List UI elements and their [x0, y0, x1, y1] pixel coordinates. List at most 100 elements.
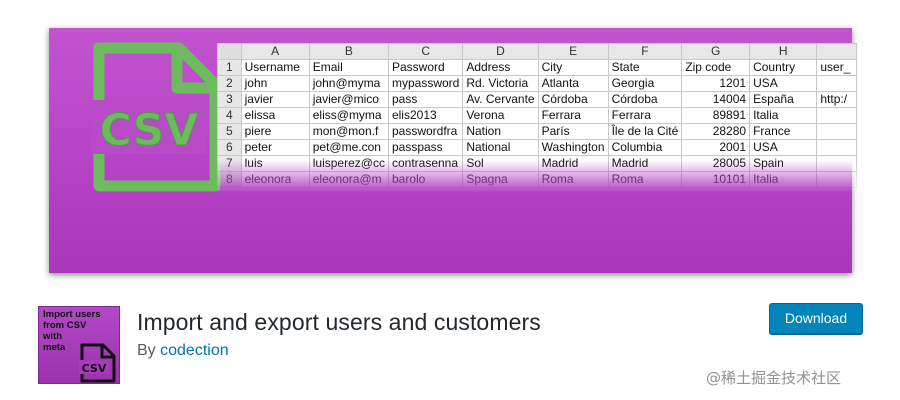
column-header	[816, 43, 857, 60]
table-cell: eleonora	[240, 171, 310, 188]
row-number: 3	[217, 91, 242, 108]
table-cell: elissa	[240, 107, 310, 124]
column-header: E	[537, 43, 609, 60]
column-header: A	[240, 43, 310, 60]
table-cell: pet@me.con	[308, 139, 389, 156]
spreadsheet-table: A B C D E F G H 1 Username Email Password Address Cit…	[217, 43, 857, 188]
table-cell: passwordfra	[387, 123, 464, 140]
svg-text:CSV: CSV	[82, 362, 107, 375]
table-cell: 28005	[681, 155, 751, 172]
csv-label: CSV	[100, 105, 199, 156]
table-cell	[816, 123, 857, 140]
table-row: 3 javier javier@mico pass Av. Cervante Córdob…	[217, 91, 857, 108]
column-header: C	[387, 43, 464, 60]
table-cell: Île de la Cité	[607, 123, 683, 140]
table-cell: Country	[749, 59, 818, 76]
table-cell: luisperez@cc	[308, 155, 389, 172]
table-cell: barolo	[387, 171, 464, 188]
table-cell: Madrid	[607, 155, 683, 172]
table-cell	[816, 75, 857, 92]
author-link[interactable]: codection	[160, 342, 229, 359]
plugin-title: Import and export users and customers	[137, 309, 541, 335]
table-cell: State	[607, 59, 683, 76]
table-cell: París	[537, 123, 609, 140]
by-prefix: By	[137, 342, 156, 359]
table-cell: 89891	[681, 107, 751, 124]
table-cell: 10101	[681, 171, 751, 188]
table-cell: Verona	[462, 107, 539, 124]
table-cell: 28280	[681, 123, 751, 140]
table-row: 7 luis luisperez@cc contrasenna Sol Madrid Mad…	[217, 155, 857, 172]
table-cell: mypassword	[387, 75, 464, 92]
table-cell: Atlanta	[537, 75, 609, 92]
table-row: 8 eleonora eleonora@m barolo Spagna Roma Roma 1…	[217, 171, 857, 188]
table-row: 5 piere mon@mon.f passwordfra Nation París Île…	[217, 123, 857, 140]
table-cell: Madrid	[537, 155, 609, 172]
spreadsheet-preview: A B C D E F G H 1 Username Email Password Address Cit…	[217, 43, 857, 193]
table-cell: Av. Cervante	[462, 91, 539, 108]
table-cell: Ferrara	[607, 107, 683, 124]
plugin-icon: Import users from CSV with meta CSV	[38, 306, 120, 384]
table-cell: Nation	[462, 123, 539, 140]
table-cell: 1201	[681, 75, 751, 92]
table-cell: Córdoba	[607, 91, 683, 108]
table-cell: Spain	[749, 155, 818, 172]
table-cell: piere	[240, 123, 310, 140]
table-cell: Ferrara	[537, 107, 609, 124]
table-cell: john	[240, 75, 310, 92]
table-cell: passpass	[387, 139, 464, 156]
plugin-banner: CSV A B C D E F G H 1 Username Email Password Addres…	[49, 28, 857, 273]
row-number: 4	[217, 107, 242, 124]
table-cell: Roma	[537, 171, 609, 188]
table-cell: javier	[240, 91, 310, 108]
column-header-row: ABCDEFGH	[217, 43, 857, 60]
table-cell: Italia	[749, 107, 818, 124]
table-cell: contrasenna	[387, 155, 464, 172]
table-cell: eliss@myma	[308, 107, 389, 124]
csv-file-icon: CSV	[79, 343, 116, 383]
table-row: 1 Username Email Password Address City State Zi…	[217, 59, 857, 76]
table-cell	[816, 139, 857, 156]
row-number: 5	[217, 123, 242, 140]
table-cell: Washington	[537, 139, 609, 156]
table-cell: Spagna	[462, 171, 539, 188]
table-cell: Email	[308, 59, 389, 76]
table-cell	[816, 171, 857, 188]
table-row: 4 elissa eliss@myma elis2013 Verona Ferrara Fe…	[217, 107, 857, 124]
table-cell: Rd. Victoria	[462, 75, 539, 92]
table-cell: elis2013	[387, 107, 464, 124]
table-row: 6 peter pet@me.con passpass National Washingt…	[217, 139, 857, 156]
table-cell: http:/	[816, 91, 857, 108]
sheet-corner	[217, 43, 242, 60]
table-cell	[816, 155, 857, 172]
column-header: H	[749, 43, 818, 60]
download-button[interactable]: Download	[769, 303, 863, 334]
table-cell: peter	[240, 139, 310, 156]
row-number: 2	[217, 75, 242, 92]
table-cell: Córdoba	[537, 91, 609, 108]
table-cell: Georgia	[607, 75, 683, 92]
row-number: 1	[217, 59, 242, 76]
row-number: 8	[217, 171, 242, 188]
row-number: 6	[217, 139, 242, 156]
table-cell: Password	[387, 59, 464, 76]
table-cell: pass	[387, 91, 464, 108]
table-cell: City	[537, 59, 609, 76]
table-cell: Italia	[749, 171, 818, 188]
table-cell: eleonora@m	[308, 171, 389, 188]
table-cell: john@myma	[308, 75, 389, 92]
table-cell: Username	[240, 59, 310, 76]
table-cell: Address	[462, 59, 539, 76]
table-cell: user_	[816, 59, 857, 76]
table-cell: 2001	[681, 139, 751, 156]
table-cell: Roma	[607, 171, 683, 188]
table-cell: mon@mon.f	[308, 123, 389, 140]
table-cell: javier@mico	[308, 91, 389, 108]
table-cell	[816, 107, 857, 124]
table-cell: USA	[749, 139, 818, 156]
row-number: 7	[217, 155, 242, 172]
watermark: @稀土掘金技术社区	[706, 369, 842, 387]
plugin-byline: By codection	[137, 342, 229, 360]
table-cell: Columbia	[607, 139, 683, 156]
table-cell: luis	[240, 155, 310, 172]
